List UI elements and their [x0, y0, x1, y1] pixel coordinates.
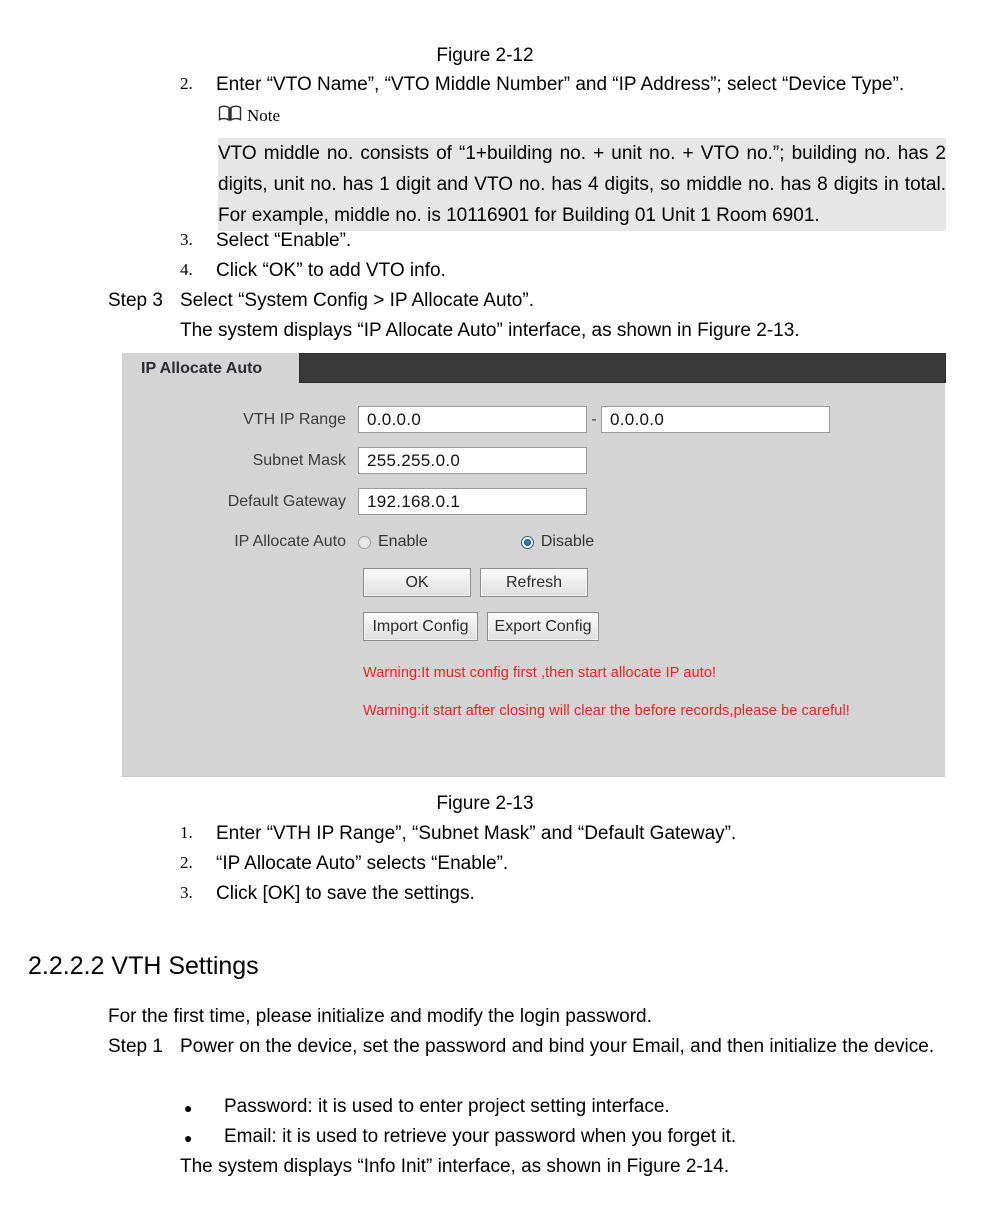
ip-allocate-auto-panel: IP Allocate Auto VTH IP Range 0.0.0.0 - … [122, 353, 946, 777]
list-item-number: 3. [180, 883, 193, 902]
ok-button[interactable]: OK [363, 568, 471, 597]
bullet-icon: ● [184, 1130, 193, 1146]
list-item: 3. Click [OK] to save the settings. [180, 883, 960, 905]
vth-ip-range-start-input[interactable]: 0.0.0.0 [358, 406, 587, 433]
ip-allocate-form: VTH IP Range 0.0.0.0 - 0.0.0.0 Subnet Ma… [123, 399, 946, 719]
field-row-vth-ip-range: VTH IP Range 0.0.0.0 - 0.0.0.0 [123, 399, 946, 440]
section-intro: For the first time, please initialize an… [108, 1006, 652, 1027]
field-row-default-gateway: Default Gateway 192.168.0.1 [123, 481, 946, 522]
radio-enable-icon[interactable] [358, 535, 371, 549]
list-item-text: Enter “VTO Name”, “VTO Middle Number” an… [216, 74, 905, 95]
bullet-text: Email: it is used to retrieve your passw… [224, 1126, 737, 1147]
bullet-text: Password: it is used to enter project se… [224, 1096, 670, 1117]
step-1-text: Power on the device, set the password an… [180, 1036, 935, 1057]
open-book-icon [218, 104, 242, 127]
field-row-subnet-mask: Subnet Mask 255.255.0.0 [123, 440, 946, 481]
export-config-button[interactable]: Export Config [487, 612, 599, 641]
list-item: ● Email: it is used to retrieve your pas… [180, 1126, 940, 1150]
step-3-text: Select “System Config > IP Allocate Auto… [180, 290, 534, 311]
default-gateway-input[interactable]: 192.168.0.1 [358, 488, 587, 515]
tab-bar-filler [299, 353, 946, 383]
list-item-number: 4. [180, 260, 193, 279]
list-item-number: 3. [180, 230, 193, 249]
note-label: Note [247, 105, 281, 125]
config-button-row: Import Config Export Config [363, 612, 946, 641]
list-item: 1. Enter “VTH IP Range”, “Subnet Mask” a… [180, 823, 960, 845]
radio-option-enable[interactable]: Enable [358, 533, 428, 551]
field-label-subnet-mask: Subnet Mask [252, 451, 346, 469]
step-3: Step 3 Select “System Config > IP Alloca… [108, 290, 958, 312]
document-page: Figure 2-12 2. Enter “VTO Name”, “VTO Mi… [0, 0, 1000, 1228]
figure-caption-2-13: Figure 2-13 [436, 793, 534, 814]
tab-ip-allocate-auto[interactable]: IP Allocate Auto [123, 353, 299, 385]
section-closing: The system displays “Info Init” interfac… [180, 1156, 730, 1177]
list-item-text: Enter “VTH IP Range”, “Subnet Mask” and … [216, 823, 737, 844]
radio-option-disable[interactable]: Disable [520, 533, 595, 551]
bullet-icon: ● [184, 1100, 193, 1116]
field-label-ip-allocate-auto: IP Allocate Auto [234, 533, 346, 550]
range-separator: - [591, 410, 597, 428]
section-heading: 2.2.2.2 VTH Settings [28, 952, 259, 980]
radio-enable-label: Enable [378, 533, 428, 550]
radio-disable-icon[interactable] [520, 535, 534, 549]
primary-button-row: OK Refresh [363, 568, 946, 597]
panel-tab-bar: IP Allocate Auto [123, 353, 946, 385]
list-item-text: “IP Allocate Auto” selects “Enable”. [216, 853, 509, 874]
step-1-label: Step 1 [108, 1036, 163, 1057]
field-label-default-gateway: Default Gateway [227, 492, 346, 510]
list-item-number: 1. [180, 823, 193, 842]
list-item-text: Click “OK” to add VTO info. [216, 260, 446, 281]
vth-ip-range-end-input[interactable]: 0.0.0.0 [601, 406, 830, 433]
note-callout-header: Note [218, 104, 280, 127]
import-config-button[interactable]: Import Config [363, 612, 478, 641]
note-body: VTO middle no. consists of “1+building n… [218, 138, 946, 231]
warning-message-2: Warning:it start after closing will clea… [363, 703, 850, 719]
refresh-button[interactable]: Refresh [480, 568, 588, 597]
figure-caption-2-12: Figure 2-12 [436, 45, 534, 66]
step-3-label: Step 3 [108, 290, 163, 311]
list-item-text: Select “Enable”. [216, 230, 352, 251]
list-item-number: 2. [180, 853, 193, 872]
list-item: 2. Enter “VTO Name”, “VTO Middle Number”… [180, 74, 960, 96]
radio-disable-label: Disable [540, 533, 595, 550]
warning-message-1: Warning:It must config first ,then start… [363, 665, 717, 681]
list-item-number: 2. [180, 74, 193, 93]
field-label-vth-ip-range: VTH IP Range [243, 410, 346, 428]
step-1: Step 1 Power on the device, set the pass… [108, 1036, 958, 1058]
step-3-follow-text: The system displays “IP Allocate Auto” i… [180, 320, 800, 341]
tab-label: IP Allocate Auto [141, 360, 263, 377]
subnet-mask-input[interactable]: 255.255.0.0 [358, 447, 587, 474]
list-item: 3. Select “Enable”. [180, 230, 960, 252]
list-item-text: Click [OK] to save the settings. [216, 883, 475, 904]
note-body-text: VTO middle no. consists of “1+building n… [218, 143, 946, 226]
list-item: ● Password: it is used to enter project … [180, 1096, 940, 1120]
list-item: 4. Click “OK” to add VTO info. [180, 260, 960, 282]
field-row-ip-allocate-auto: IP Allocate Auto Enable Disable [123, 522, 946, 562]
list-item: 2. “IP Allocate Auto” selects “Enable”. [180, 853, 960, 875]
